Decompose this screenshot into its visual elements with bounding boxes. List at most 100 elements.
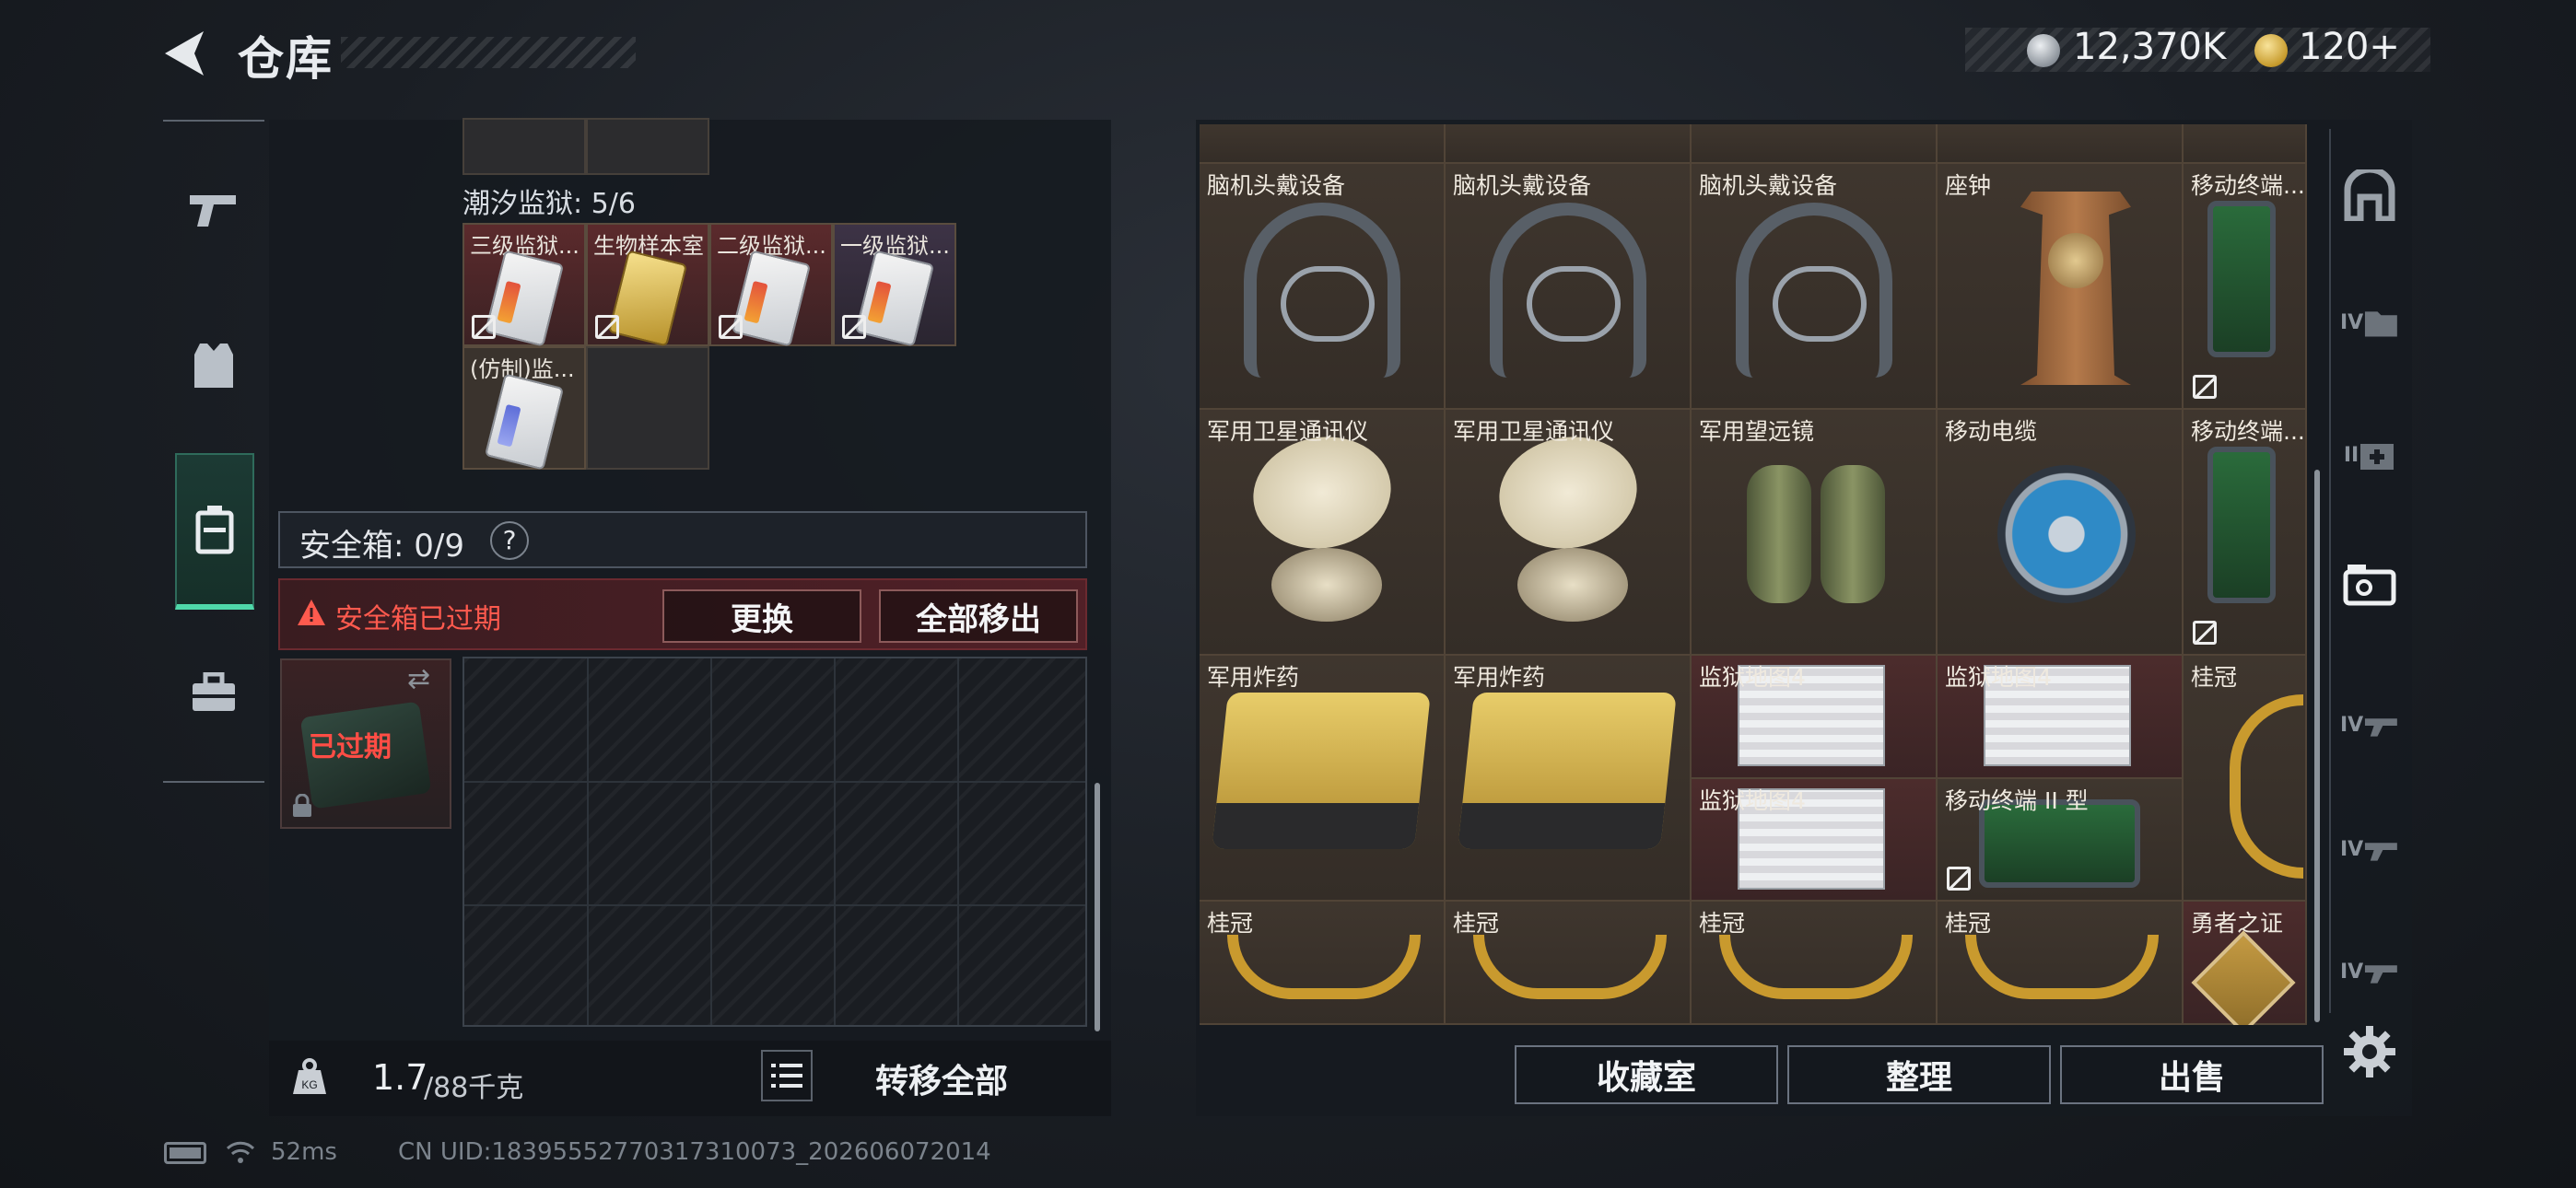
storage-item[interactable]: 监狱地图4 <box>1692 779 1938 902</box>
prison-item[interactable]: 三级监狱... <box>463 223 586 347</box>
keycard-icon <box>607 250 688 347</box>
storage-grid: 脑机头戴设备 脑机头戴设备 脑机头戴设备 座钟 移动终端... 军用卫星通讯仪 … <box>1200 124 2307 1025</box>
gun-icon <box>2365 965 2398 984</box>
storage-item[interactable]: 桂冠 <box>1938 902 2184 1025</box>
list-view-button[interactable] <box>761 1050 813 1101</box>
replace-button[interactable]: 更换 <box>662 589 861 643</box>
storage-item[interactable]: 移动电缆 <box>1938 410 2184 656</box>
nav-weapon[interactable] <box>175 170 252 248</box>
user-uid: CN UID:18395552770317310073_202606072014 <box>398 1138 991 1166</box>
inventory-scrollbar[interactable] <box>1095 783 1100 1031</box>
safe-box-title: 安全箱: 0/9 <box>299 528 464 565</box>
item-label: 监狱地图4 <box>1699 787 1806 814</box>
item-label: 移动终端... <box>2191 172 2305 199</box>
lock-icon <box>291 793 313 818</box>
tab-shelter[interactable] <box>2340 166 2399 225</box>
storage-cell-partial[interactable] <box>1938 124 2184 164</box>
weight-icon: KG <box>289 1057 330 1098</box>
storage-item[interactable]: 脑机头戴设备 <box>1446 164 1692 410</box>
untradeable-icon <box>2193 375 2217 399</box>
explosive-crate-icon <box>1212 693 1431 849</box>
storage-item[interactable]: 军用望远镜 <box>1692 410 1938 656</box>
tab-level4-gun-3[interactable]: IV <box>2340 944 2399 999</box>
gear-icon[interactable] <box>2340 1022 2399 1081</box>
storage-item[interactable]: 座钟 <box>1938 164 2184 410</box>
collection-room-button[interactable]: 收藏室 <box>1515 1045 1778 1104</box>
storage-item[interactable]: 脑机头戴设备 <box>1200 164 1446 410</box>
laurel-wreath-icon <box>1473 935 1667 999</box>
nav-case[interactable] <box>175 453 254 610</box>
storage-item[interactable]: 军用炸药 <box>1200 656 1446 902</box>
storage-item[interactable]: 军用卫星通讯仪 <box>1200 410 1446 656</box>
storage-cell-partial[interactable] <box>1446 124 1692 164</box>
storage-scrollbar[interactable] <box>2314 470 2320 1022</box>
item-label: 脑机头戴设备 <box>1699 172 1838 199</box>
prison-item[interactable]: (仿制)监... <box>463 346 586 471</box>
storage-cell-partial[interactable] <box>2184 124 2307 164</box>
tab-level4-folder[interactable]: IV <box>2340 293 2399 352</box>
sort-button[interactable]: 整理 <box>1787 1045 2051 1104</box>
headset-icon <box>1736 203 1892 378</box>
item-label: 脑机头戴设备 <box>1207 172 1346 199</box>
untradeable-icon <box>2193 621 2217 645</box>
keycard-icon <box>731 250 812 347</box>
storage-item[interactable]: 桂冠 <box>1446 902 1692 1025</box>
storage-item[interactable]: 移动终端... <box>2184 410 2307 656</box>
storage-item[interactable]: 脑机头戴设备 <box>1692 164 1938 410</box>
swap-icon[interactable]: ⇄ <box>407 663 430 695</box>
laurel-wreath-icon <box>2230 694 2303 879</box>
storage-item[interactable]: 军用卫星通讯仪 <box>1446 410 1692 656</box>
warning-icon <box>297 599 326 626</box>
svg-text:KG: KG <box>301 1078 317 1091</box>
transfer-all-button[interactable]: 转移全部 <box>875 1054 1008 1102</box>
item-label: 军用炸药 <box>1207 664 1300 691</box>
tab-ticket[interactable] <box>2340 557 2399 616</box>
prison-item[interactable]: 生物样本室 <box>586 223 709 347</box>
inventory-cell-partial[interactable] <box>463 118 586 175</box>
empty-slot[interactable] <box>586 346 709 470</box>
wifi-icon <box>225 1138 256 1166</box>
item-label: 监狱地图4 <box>1945 664 2052 691</box>
tab-level4-gun-1[interactable]: IV <box>2340 695 2399 754</box>
move-all-out-button[interactable]: 全部移出 <box>879 589 1078 643</box>
keycard-icon <box>484 373 565 471</box>
storage-item[interactable]: 移动终端 II 型 <box>1938 779 2184 902</box>
item-label: 移动电缆 <box>1945 418 2038 445</box>
clock-icon <box>2020 192 2131 385</box>
item-label: 勇者之证 <box>2191 910 2284 937</box>
medkit-icon <box>2360 444 2395 470</box>
item-label: 移动终端 II 型 <box>1945 787 2089 814</box>
nav-armor[interactable] <box>175 327 252 404</box>
tab-level4-gun-2[interactable]: IV <box>2340 820 2399 879</box>
storage-item[interactable]: 桂冠 <box>1692 902 1938 1025</box>
back-icon[interactable] <box>161 28 213 79</box>
gold-coin-icon <box>2254 34 2288 67</box>
storage-item[interactable]: 勇者之证 <box>2184 902 2307 1025</box>
storage-cell-partial[interactable] <box>1200 124 1446 164</box>
storage-item[interactable]: 监狱地图4 <box>1692 656 1938 779</box>
inventory-cell-partial[interactable] <box>586 118 709 175</box>
headset-icon <box>1244 203 1400 378</box>
untradeable-icon <box>472 315 496 339</box>
storage-item[interactable]: 桂冠 <box>1200 902 1446 1025</box>
expired-warning-text: 安全箱已过期 <box>335 603 501 635</box>
help-button[interactable]: ? <box>490 521 529 560</box>
prison-item[interactable]: 一级监狱... <box>833 223 956 347</box>
nav-kit[interactable] <box>175 654 252 731</box>
storage-item[interactable]: 军用炸药 <box>1446 656 1692 902</box>
silver-coin-icon <box>2027 34 2060 67</box>
keycard-icon <box>854 250 935 347</box>
ping-value: 52ms <box>271 1138 337 1166</box>
sell-button[interactable]: 出售 <box>2060 1045 2324 1104</box>
storage-item[interactable]: 移动终端... <box>2184 164 2307 410</box>
storage-item[interactable]: 桂冠 <box>2184 656 2307 902</box>
gold-amount[interactable]: 120+ <box>2299 26 2400 68</box>
explosive-crate-icon <box>1458 693 1677 849</box>
prison-item[interactable]: 二级监狱... <box>709 223 833 347</box>
storage-item[interactable]: 监狱地图4 <box>1938 656 2184 779</box>
storage-cell-partial[interactable] <box>1692 124 1938 164</box>
tab-level2-medkit[interactable]: II <box>2340 425 2399 484</box>
safe-box-grid[interactable] <box>463 657 1087 1027</box>
pistol-icon <box>190 195 236 227</box>
toolbox-icon <box>193 672 235 711</box>
